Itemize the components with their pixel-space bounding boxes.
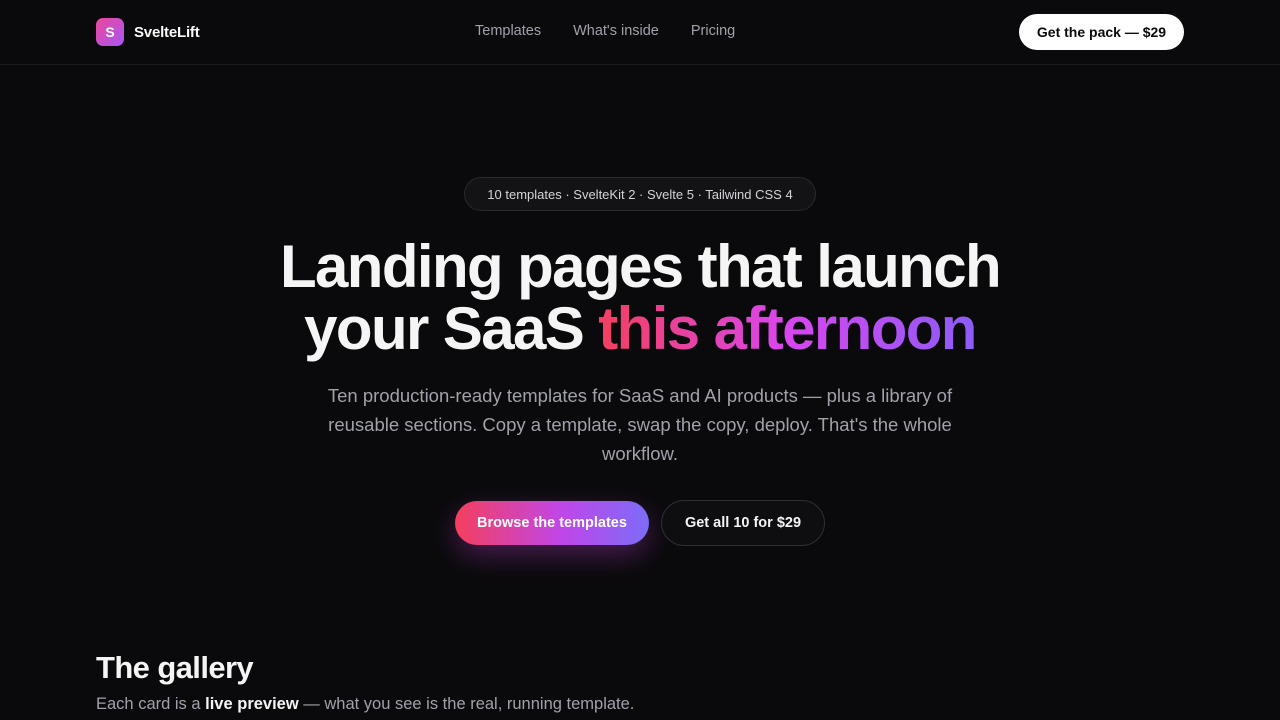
browse-templates-button[interactable]: Browse the templates bbox=[455, 501, 649, 545]
hero-title-gradient: this afternoon bbox=[598, 295, 977, 362]
gallery-title: The gallery bbox=[96, 650, 254, 685]
hero-title: Landing pages that launch your SaaS this… bbox=[0, 236, 1280, 360]
hero-subtitle: Ten production-ready templates for SaaS … bbox=[327, 385, 953, 464]
brand-logo[interactable]: S SvelteLift bbox=[96, 18, 200, 46]
nav-link-pricing[interactable]: Pricing bbox=[691, 23, 735, 39]
stack-badge: 10 templates · SvelteKit 2 · Svelte 5 · … bbox=[464, 177, 816, 211]
gallery-subtitle-before: Each card is a bbox=[96, 695, 206, 713]
brand-logo-icon: S bbox=[96, 18, 124, 46]
site-header: S SvelteLift Templates What's inside Pri… bbox=[0, 0, 1280, 65]
nav-link-templates[interactable]: Templates bbox=[475, 23, 541, 39]
hero-title-line1: Landing pages that launch bbox=[279, 233, 1002, 300]
gallery-subtitle-strong: live preview bbox=[205, 695, 299, 713]
brand-name: SvelteLift bbox=[134, 23, 200, 41]
nav-link-whats-inside[interactable]: What's inside bbox=[573, 23, 659, 39]
main-nav: Templates What's inside Pricing bbox=[475, 23, 735, 39]
gallery-subtitle-after: — what you see is the real, running temp… bbox=[298, 695, 635, 713]
gallery-subtitle: Each card is a live preview — what you s… bbox=[96, 695, 634, 714]
get-pack-button[interactable]: Get the pack — $29 bbox=[1019, 14, 1184, 50]
hero-title-line2-plain: your SaaS bbox=[304, 295, 599, 362]
get-all-button[interactable]: Get all 10 for $29 bbox=[661, 500, 825, 546]
